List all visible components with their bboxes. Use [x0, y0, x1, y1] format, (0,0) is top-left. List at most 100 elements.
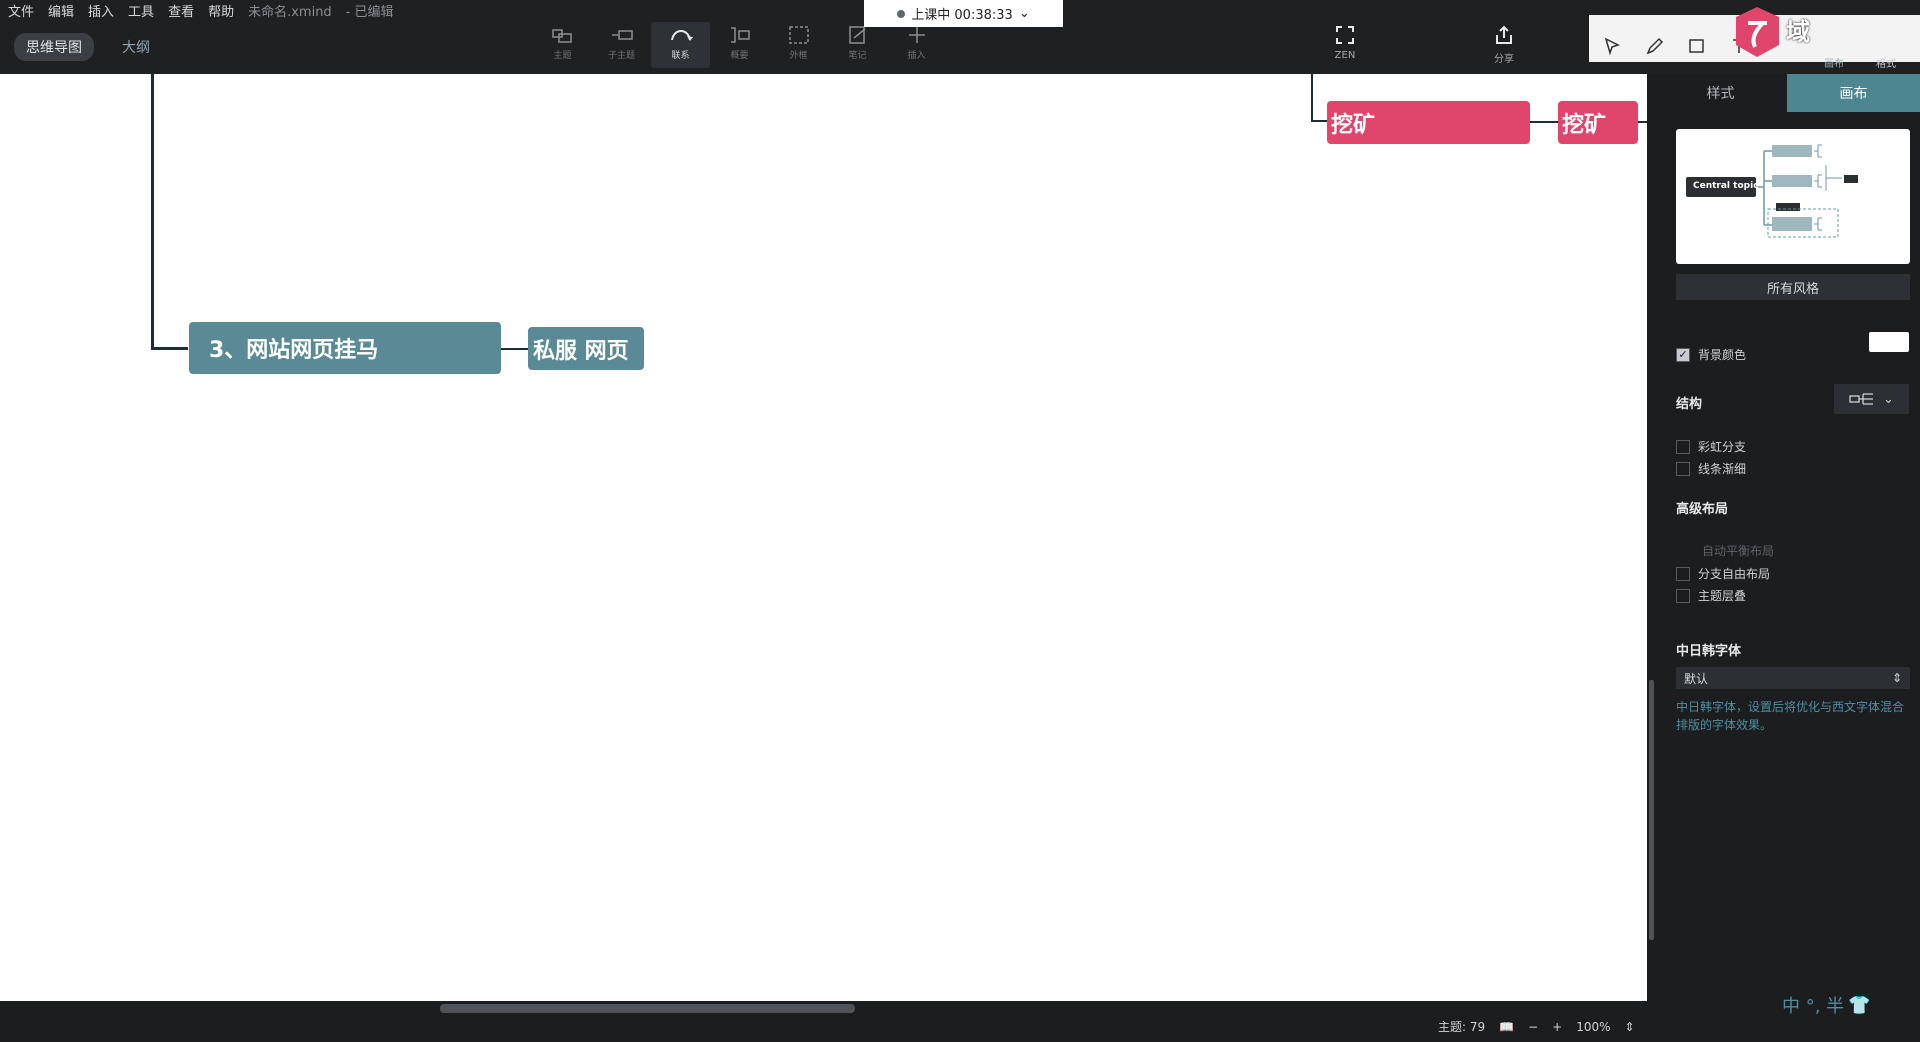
summary-icon	[730, 27, 750, 43]
mining-connector-vertical	[1311, 74, 1313, 122]
menu-view[interactable]: 查看	[168, 1, 194, 20]
taper-lines-label: 线条渐细	[1698, 462, 1747, 476]
chevron-down-icon: ⌄	[1883, 391, 1894, 407]
theme-preview[interactable]: Central topic	[1676, 129, 1910, 264]
recording-status[interactable]: 上课中 00:38:33 ⌄	[864, 0, 1063, 27]
title-toolbar: 文件 编辑 插入 工具 查看 帮助 未命名.xmind - 已编辑 思维导图 大…	[0, 0, 1920, 74]
horizontal-scrollbar[interactable]	[440, 1004, 855, 1013]
status-info: 主题: 79 📖 − + 100% ⇕	[1438, 1018, 1635, 1035]
updown-icon[interactable]: ⇕	[1625, 1020, 1635, 1034]
menu-bar: 文件 编辑 插入 工具 查看 帮助 未命名.xmind - 已编辑	[8, 0, 394, 20]
note-button[interactable]: 笔记	[828, 22, 887, 68]
mining-out-connector	[1638, 121, 1647, 123]
summary-label: 概要	[730, 51, 749, 61]
select-icon[interactable]	[1603, 36, 1623, 56]
tab-style[interactable]: 样式	[1654, 74, 1787, 112]
cjk-font-select[interactable]: 默认 ⇕	[1676, 667, 1910, 689]
relationship-button[interactable]: 联系	[651, 22, 710, 68]
topic-overlap-toggle[interactable]: 主题层叠	[1676, 587, 1746, 604]
checkbox-icon	[1676, 461, 1690, 476]
recording-text: 上课中 00:38:33	[911, 8, 1013, 23]
subtopic-label: 子主题	[607, 51, 635, 61]
zoom-out-icon[interactable]: −	[1528, 1020, 1538, 1034]
brand-logo-text: 域	[1786, 18, 1810, 46]
topic-button[interactable]: 主题	[533, 22, 592, 68]
zen-button[interactable]: ZEN	[1320, 22, 1370, 68]
cjk-font-description: 中日韩字体，设置后将优化与西文字体混合排版的字体效果。	[1676, 700, 1905, 732]
taper-lines-toggle[interactable]: 线条渐细	[1676, 460, 1746, 477]
updown-icon: ⇕	[1891, 671, 1902, 685]
note-icon	[848, 26, 865, 44]
cjk-font-heading: 中日韩字体	[1676, 644, 1742, 659]
tab-mindmap[interactable]: 思维导图	[14, 33, 94, 61]
fullscreen-icon	[1336, 26, 1354, 44]
checkbox-icon	[1676, 588, 1690, 603]
branch-connector-horizontal	[151, 347, 188, 350]
summary-button[interactable]: 概要	[710, 22, 769, 68]
structure-heading: 结构	[1676, 397, 1703, 412]
bg-color-swatch[interactable]	[1869, 332, 1909, 352]
boundary-label: 外框	[789, 51, 808, 61]
topic-main-branch[interactable]: 3、网站网页挂马	[189, 322, 501, 374]
boundary-icon	[788, 26, 809, 44]
tab-outline[interactable]: 大纲	[110, 33, 162, 61]
subtopic-icon	[611, 30, 633, 40]
structure-select[interactable]: ⌄	[1834, 384, 1909, 414]
ime-indicator[interactable]: 中 °, 半 👕	[1782, 992, 1871, 1018]
view-tabs: 思维导图 大纲	[14, 33, 162, 61]
format-tool-label[interactable]: 格式	[1876, 55, 1896, 70]
mining-connector-horizontal	[1311, 120, 1327, 122]
boundary-button[interactable]: 外框	[769, 22, 828, 68]
topic-icon	[551, 29, 572, 43]
bg-color-toggle[interactable]: ✓ 背景颜色	[1676, 346, 1746, 363]
record-dot-icon	[897, 9, 906, 18]
rainbow-branch-toggle[interactable]: 彩虹分支	[1676, 438, 1746, 455]
relationship-icon	[670, 30, 693, 41]
brand-logo-icon	[1736, 7, 1779, 57]
save-state: - 已编辑	[345, 4, 394, 20]
bg-color-label: 背景颜色	[1698, 348, 1747, 362]
auto-balance-label: 自动平衡布局	[1702, 544, 1775, 558]
cjk-font-value: 默认	[1684, 671, 1709, 686]
zoom-level[interactable]: 100%	[1576, 1020, 1610, 1034]
checkbox-checked-icon: ✓	[1676, 347, 1690, 362]
preview-central-topic: Central topic	[1693, 181, 1759, 191]
canvas-tool-label[interactable]: 画布	[1824, 55, 1844, 70]
advanced-layout-heading: 高级布局	[1676, 502, 1729, 517]
insert-label: 插入	[907, 51, 926, 61]
topic-count: 主题: 79	[1438, 1020, 1486, 1034]
menu-file[interactable]: 文件	[8, 1, 34, 20]
tab-canvas[interactable]: 画布	[1787, 74, 1920, 112]
format-panel: 样式 画布 Central topic 所有风格 ✓ 背景颜色 结构 ⌄ 彩虹分…	[1654, 74, 1920, 1001]
checkbox-icon	[1676, 566, 1690, 581]
rectangle-icon[interactable]	[1687, 36, 1707, 56]
theme-preview-diagram	[1686, 144, 1858, 238]
subtopic-button[interactable]: 子主题	[592, 22, 651, 68]
panel-tabs: 样式 画布	[1654, 74, 1920, 112]
chevron-down-icon: ⌄	[1018, 6, 1030, 21]
topic-mining-2[interactable]: 挖矿	[1558, 101, 1638, 144]
free-position-label: 分支自由布局	[1698, 567, 1771, 581]
note-label: 笔记	[848, 51, 867, 61]
insert-button[interactable]: 插入	[887, 22, 946, 68]
zoom-in-icon[interactable]: +	[1552, 1020, 1562, 1034]
menu-edit[interactable]: 编辑	[48, 1, 74, 20]
free-position-toggle[interactable]: 分支自由布局	[1676, 565, 1770, 582]
topic-overlap-label: 主题层叠	[1698, 589, 1747, 603]
menu-help[interactable]: 帮助	[208, 1, 234, 20]
mindmap-canvas[interactable]: 3、网站网页挂马 私服 网页 挖矿 挖矿	[0, 74, 1647, 1001]
menu-insert[interactable]: 插入	[88, 1, 114, 20]
plus-icon	[908, 27, 925, 43]
menu-tools[interactable]: 工具	[128, 1, 154, 20]
share-label: 分享	[1494, 54, 1514, 65]
pen-icon[interactable]	[1645, 36, 1665, 56]
checkbox-icon	[1676, 439, 1690, 454]
all-styles-button[interactable]: 所有风格	[1676, 274, 1910, 300]
book-icon[interactable]: 📖	[1499, 1020, 1514, 1034]
child-connector	[501, 348, 528, 350]
structure-icon	[1849, 393, 1874, 405]
share-button[interactable]: 分享	[1479, 22, 1529, 68]
ime-text: 中 °, 半	[1782, 996, 1845, 1017]
topic-child[interactable]: 私服 网页	[528, 327, 644, 370]
topic-mining-1[interactable]: 挖矿	[1327, 101, 1530, 144]
